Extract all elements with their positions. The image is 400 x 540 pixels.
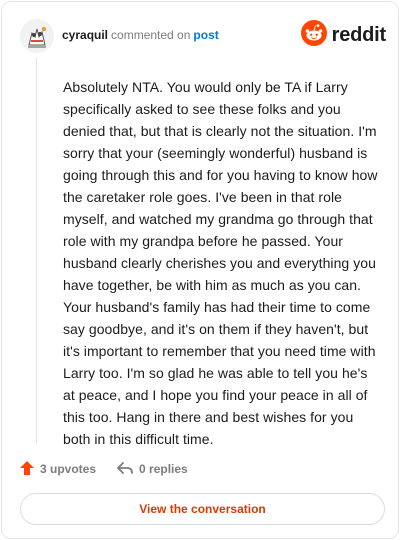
comment-actions: 3 upvotes 0 replies	[19, 459, 188, 479]
reply-arrow-icon	[116, 460, 139, 479]
post-link[interactable]: post	[193, 28, 218, 42]
comment-body: Absolutely NTA. You would only be TA if …	[63, 79, 378, 447]
reply-button[interactable]: 0 replies	[116, 460, 188, 479]
thread-line	[36, 58, 37, 443]
action-text: commented on	[111, 28, 191, 42]
upvote-button[interactable]: 3 upvotes	[19, 460, 96, 479]
view-conversation-button[interactable]: View the conversation	[20, 493, 385, 525]
comment-meta: cyraquil commented on post	[62, 28, 219, 42]
reply-count: 0 replies	[139, 462, 188, 476]
reddit-logo[interactable]: reddit	[300, 19, 387, 51]
upvote-arrow-icon	[19, 460, 40, 479]
username-link[interactable]: cyraquil	[62, 28, 108, 42]
reddit-wordmark: reddit	[331, 23, 387, 46]
reddit-snoo-icon	[300, 19, 327, 51]
upvote-count: 3 upvotes	[40, 462, 97, 476]
user-avatar-icon[interactable]	[20, 19, 54, 53]
comment-card: cyraquilcommented onpost reddit Absolu	[1, 1, 399, 539]
comment-header: cyraquil commented on post reddit	[20, 19, 386, 53]
